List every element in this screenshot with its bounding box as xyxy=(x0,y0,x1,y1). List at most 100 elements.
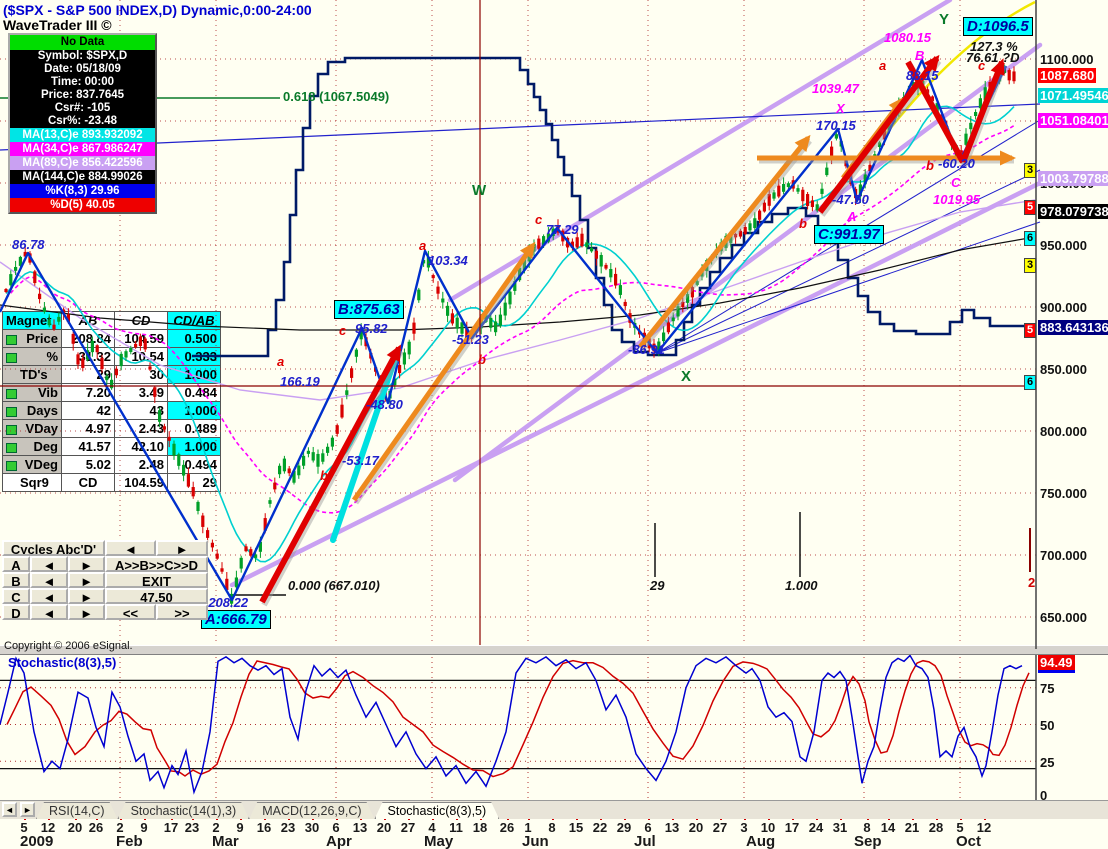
panel-splitter[interactable] xyxy=(0,645,1108,655)
date-tick-label: 31 xyxy=(832,820,848,835)
cycle-B-next[interactable]: ► xyxy=(68,572,105,588)
cycles-panel: Cycles Abc'D' ◄ ► A ◄ ► A>>B>>C>>D B ◄ ► EXIT C ◄ ► 47… xyxy=(2,540,210,620)
cycle-C-prev[interactable]: ◄ xyxy=(30,588,68,604)
cycle-A-prev[interactable]: ◄ xyxy=(30,556,68,572)
candle-body xyxy=(422,259,426,264)
cycle-D-button[interactable]: D xyxy=(2,604,30,620)
candle-body xyxy=(873,154,877,158)
wave-target-label: D:1096.5 xyxy=(963,17,1033,36)
chart-annotation: a xyxy=(277,354,285,369)
cycle-A-next[interactable]: ► xyxy=(68,556,105,572)
green-toggle-icon[interactable] xyxy=(6,334,17,345)
candle-body xyxy=(244,546,248,552)
candle-body xyxy=(311,452,315,461)
indicator-value-row: %D(5) 40.05 xyxy=(10,198,155,212)
candle-body xyxy=(777,185,781,197)
cycle-C-button[interactable]: C xyxy=(2,588,30,604)
stochastic-panel-area[interactable] xyxy=(0,648,1108,803)
candle-body xyxy=(868,164,872,172)
red-arrow-shadow xyxy=(962,63,1007,167)
magnet-row: TD's 29 30 1.000 xyxy=(2,365,221,384)
data-window-panel: No Data Symbol: $SPX,D Date: 05/18/09 Time:… xyxy=(8,33,157,214)
candle-body xyxy=(690,287,694,298)
indicator-value-row: MA(144,C)e 884.99026 xyxy=(10,170,155,184)
chart-annotation: 77.29 xyxy=(546,222,579,237)
wave-count-badge: 6 xyxy=(1024,231,1036,246)
candle-body xyxy=(671,317,675,322)
cycle-action-C[interactable]: 47.50 xyxy=(105,588,208,604)
candle-body xyxy=(302,455,306,466)
candle-body xyxy=(863,174,867,185)
date-tick-label: 28 xyxy=(928,820,944,835)
green-toggle-icon[interactable] xyxy=(6,406,17,417)
cycle-D-next[interactable]: ► xyxy=(68,604,105,620)
candle-body xyxy=(532,243,536,252)
candle-body xyxy=(306,450,310,454)
cycle-D-prev[interactable]: ◄ xyxy=(30,604,68,620)
chart-annotation: b xyxy=(926,158,934,173)
tab-macd-12-26-9-c-[interactable]: MACD(12,26,9,C) xyxy=(249,802,374,819)
cycle-action-B[interactable]: EXIT xyxy=(105,572,208,588)
candle-body xyxy=(988,81,992,91)
chart-annotation: C xyxy=(951,175,961,190)
tab-stochastic-14-1-3-[interactable]: Stochastic(14(1),3) xyxy=(118,802,250,819)
cycle-B-prev[interactable]: ◄ xyxy=(30,572,68,588)
candle-body xyxy=(455,317,459,329)
orange-arrow-shadow xyxy=(640,139,812,352)
date-tick-label: 23 xyxy=(280,820,296,835)
cycle-C-next[interactable]: ► xyxy=(68,588,105,604)
stochastic-label: Stochastic(8(3),5) xyxy=(8,655,117,670)
orange-arrow-shadow xyxy=(843,101,906,183)
magnet-table: Magnet AB CD CD/AB Price 208.84 104.59 0.500% 31… xyxy=(2,311,221,492)
green-toggle-icon[interactable] xyxy=(6,460,17,471)
info-field: Symbol: $SPX,D xyxy=(10,50,155,63)
green-toggle-icon[interactable] xyxy=(6,424,17,435)
cycles-prev-button[interactable]: ◄ xyxy=(105,540,156,556)
candle-body xyxy=(225,578,229,591)
tab-stochastic-8-3-5-[interactable]: Stochastic(8(3),5) xyxy=(375,802,500,819)
candle-body xyxy=(210,542,214,548)
candle-body xyxy=(263,518,267,531)
candle-body xyxy=(710,257,714,261)
date-tick-label: 29 xyxy=(616,820,632,835)
magnet-header[interactable]: Magnet xyxy=(2,311,62,330)
magnet-row-label: TD's xyxy=(2,365,62,384)
green-toggle-icon[interactable] xyxy=(6,388,17,399)
cycles-title-button[interactable]: Cycles Abc'D' xyxy=(2,540,105,556)
candle-body xyxy=(570,241,574,248)
candle-body xyxy=(633,322,637,328)
date-tick-label: 17 xyxy=(163,820,179,835)
step-back-button[interactable]: << xyxy=(105,604,156,620)
candle-body xyxy=(969,122,973,130)
cycle-B-button[interactable]: B xyxy=(2,572,30,588)
candle-body xyxy=(964,133,968,145)
col-header-cdab: CD/AB xyxy=(167,311,221,330)
green-toggle-icon[interactable] xyxy=(6,352,17,363)
candle-body xyxy=(993,77,997,85)
candle-body xyxy=(513,281,517,291)
candle-body xyxy=(441,298,445,303)
candle-body xyxy=(489,317,493,328)
indicator-value-row: MA(34,C)e 867.986247 xyxy=(10,142,155,156)
indicator-tab-bar: ◄ ► RSI(14,C) Stochastic(14(1),3) MACD(12,26… xyxy=(0,800,1108,819)
candle-body xyxy=(930,96,934,102)
date-tick-label: 30 xyxy=(304,820,320,835)
green-toggle-icon[interactable] xyxy=(6,442,17,453)
cycles-next-button[interactable]: ► xyxy=(156,540,208,556)
chart-annotation: X xyxy=(836,101,845,116)
cycle-A-button[interactable]: A xyxy=(2,556,30,572)
tab-scroll-right[interactable]: ► xyxy=(20,802,35,817)
wave-target-label: B:875.63 xyxy=(334,300,404,319)
magnet-row-label: Sqr9 xyxy=(2,473,62,492)
price-tick-label: 650.000 xyxy=(1040,610,1087,625)
cycle-action-A[interactable]: A>>B>>C>>D xyxy=(105,556,208,572)
indicator-value-row: MA(13,C)e 893.932092 xyxy=(10,128,155,142)
month-label: Feb xyxy=(116,833,143,849)
tab-scroll-left[interactable]: ◄ xyxy=(2,802,17,817)
candle-body xyxy=(844,159,848,167)
candle-body xyxy=(714,249,718,255)
candle-body xyxy=(878,142,882,147)
candle-body xyxy=(542,236,546,246)
step-forward-button[interactable]: >> xyxy=(156,604,208,620)
tab-rsi-14-c-[interactable]: RSI(14,C) xyxy=(36,802,118,819)
